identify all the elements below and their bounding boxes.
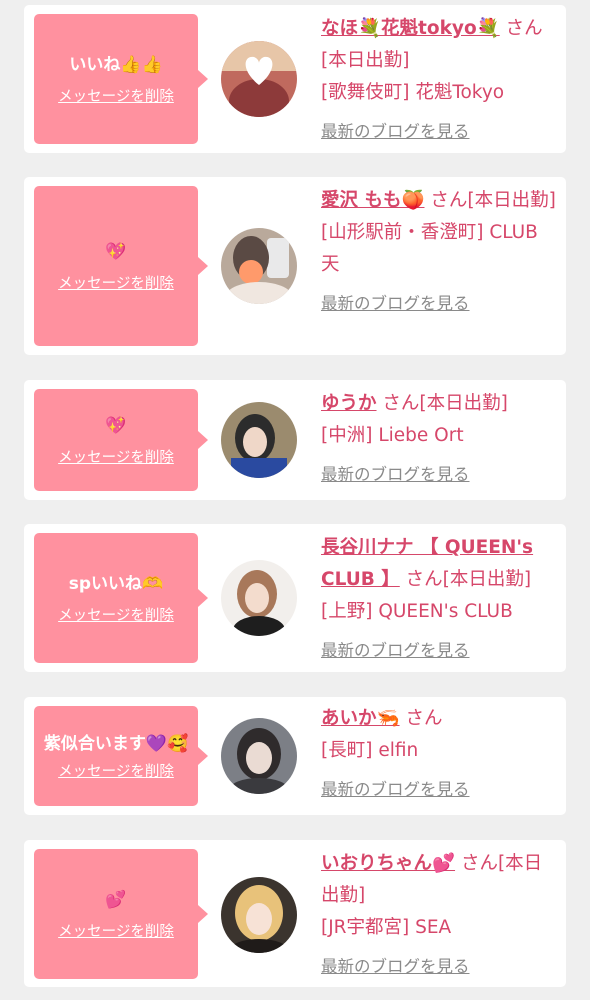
latest-blog-link[interactable]: 最新のブログを見る (321, 288, 559, 320)
shop-name: [長町] elfin (321, 740, 419, 761)
message-bubble: 💕 メッセージを削除 (34, 849, 208, 979)
delete-message-link[interactable]: メッセージを削除 (58, 272, 174, 293)
girl-status: さん[本日出勤] (382, 393, 508, 414)
message-bubble: 紫似合います💜🥰 メッセージを削除 (34, 706, 208, 806)
message-text: 💖 (105, 416, 127, 437)
girl-status: さん (405, 708, 443, 729)
girl-name-link[interactable]: いおりちゃん💕 (321, 853, 455, 874)
message-bubble: いいね👍👍 メッセージを削除 (34, 14, 208, 144)
girl-name-link[interactable]: ゆうか (321, 393, 377, 414)
girl-status: さん[本日出勤] (405, 569, 532, 590)
latest-blog-link[interactable]: 最新のブログを見る (321, 774, 559, 806)
girl-name-link[interactable]: 愛沢 もも🍑 (321, 190, 424, 211)
message-card: spいいね🫶 メッセージを削除 長谷川ナナ 【 QUEEN's CLUB 】 さ… (24, 524, 566, 672)
delete-message-link[interactable]: メッセージを削除 (58, 446, 174, 467)
message-bubble: 💖 メッセージを削除 (34, 389, 208, 491)
message-card: いいね👍👍 メッセージを削除 なほ💐花魁tokyo💐 さん[本日出勤] [歌舞伎… (24, 5, 566, 153)
avatar[interactable] (221, 402, 297, 478)
avatar[interactable] (221, 41, 297, 117)
girl-name-link[interactable]: あいか🦐 (321, 708, 400, 729)
message-card: 💖 メッセージを削除 愛沢 もも🍑 さん[本日出勤] [山形駅前・香澄町] CL… (24, 177, 566, 355)
latest-blog-link[interactable]: 最新のブログを見る (321, 635, 559, 667)
girl-info: 愛沢 もも🍑 さん[本日出勤] [山形駅前・香澄町] CLUB 天 最新のブログ… (321, 185, 559, 320)
avatar[interactable] (221, 877, 297, 953)
delete-message-link[interactable]: メッセージを削除 (58, 920, 174, 941)
shop-name: [山形駅前・香澄町] CLUB 天 (321, 222, 538, 275)
latest-blog-link[interactable]: 最新のブログを見る (321, 116, 559, 148)
shop-name: [歌舞伎町] 花魁Tokyo (321, 82, 505, 103)
shop-name: [JR宇都宮] SEA (321, 917, 452, 938)
avatar[interactable] (221, 228, 297, 304)
message-text: いいね👍👍 (69, 55, 163, 76)
avatar[interactable] (221, 718, 297, 794)
delete-message-link[interactable]: メッセージを削除 (58, 760, 174, 781)
girl-info: いおりちゃん💕 さん[本日出勤] [JR宇都宮] SEA 最新のブログを見る (321, 848, 559, 983)
message-bubble: spいいね🫶 メッセージを削除 (34, 533, 208, 663)
message-card: 💕 メッセージを削除 いおりちゃん💕 さん[本日出勤] [JR宇都宮] SEA … (24, 840, 566, 987)
message-text: 💕 (105, 890, 127, 911)
girl-info: 長谷川ナナ 【 QUEEN's CLUB 】 さん[本日出勤] [上野] QUE… (321, 532, 559, 667)
message-text: 💖 (105, 242, 127, 263)
message-text: spいいね🫶 (68, 574, 164, 595)
girl-status: さん[本日出勤] (430, 190, 556, 211)
avatar[interactable] (221, 560, 297, 636)
latest-blog-link[interactable]: 最新のブログを見る (321, 951, 559, 983)
girl-name-link[interactable]: なほ💐花魁tokyo💐 (321, 18, 500, 39)
girl-info: ゆうか さん[本日出勤] [中洲] Liebe Ort 最新のブログを見る (321, 388, 559, 491)
delete-message-link[interactable]: メッセージを削除 (58, 604, 174, 625)
message-bubble: 💖 メッセージを削除 (34, 186, 208, 346)
latest-blog-link[interactable]: 最新のブログを見る (321, 459, 559, 491)
shop-name: [中洲] Liebe Ort (321, 425, 464, 446)
shop-name: [上野] QUEEN's CLUB (321, 601, 513, 622)
delete-message-link[interactable]: メッセージを削除 (58, 85, 174, 106)
girl-info: あいか🦐 さん [長町] elfin 最新のブログを見る (321, 703, 559, 806)
message-text: 紫似合います💜🥰 (43, 734, 189, 755)
message-card: 💖 メッセージを削除 ゆうか さん[本日出勤] [中洲] Liebe Ort 最… (24, 380, 566, 500)
girl-info: なほ💐花魁tokyo💐 さん[本日出勤] [歌舞伎町] 花魁Tokyo 最新のブ… (321, 13, 559, 148)
message-card: 紫似合います💜🥰 メッセージを削除 あいか🦐 さん [長町] elfin 最新の… (24, 697, 566, 815)
